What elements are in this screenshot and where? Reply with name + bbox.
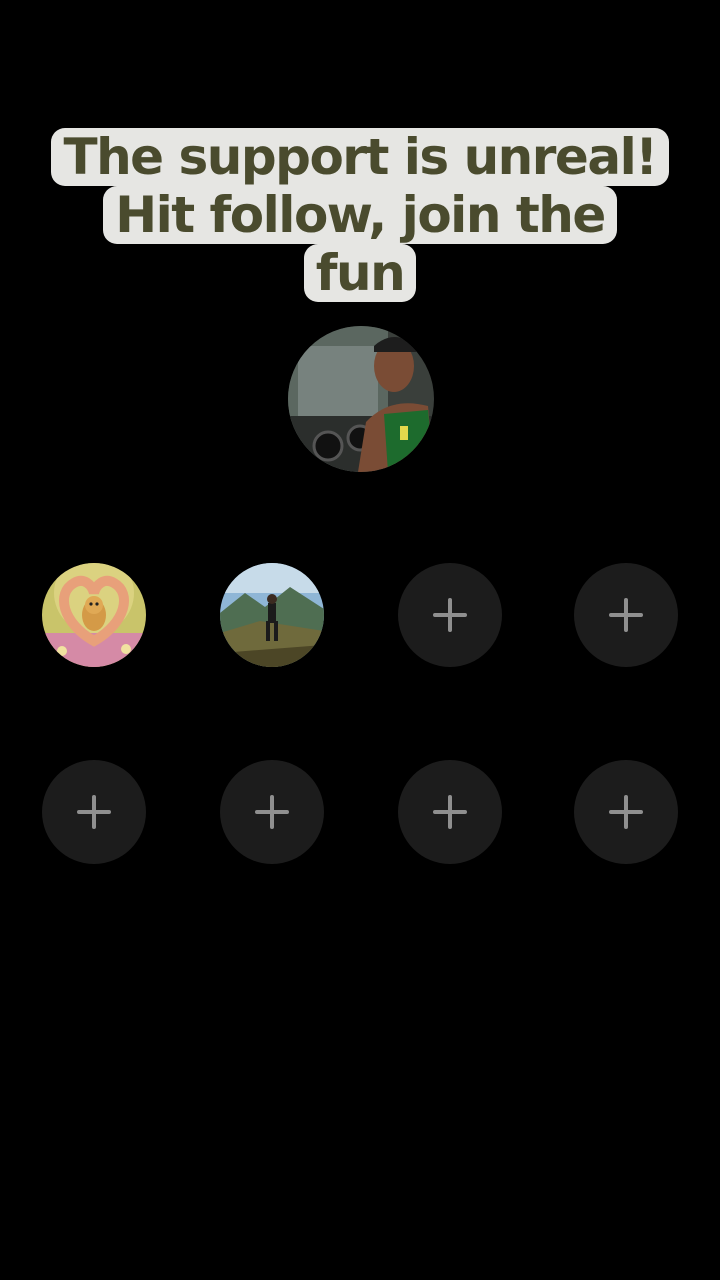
caption-line-3: fun [303, 244, 417, 302]
host-avatar-photo [288, 326, 434, 472]
plus-icon [433, 795, 467, 829]
host-avatar[interactable] [288, 326, 434, 472]
guest-slot-1[interactable] [42, 563, 146, 667]
caption-line-2: Hit follow, join the [103, 186, 617, 244]
guest-slot-2[interactable] [220, 563, 324, 667]
empty-slot-8[interactable] [574, 760, 678, 864]
empty-slot-4[interactable] [574, 563, 678, 667]
plus-icon [433, 598, 467, 632]
caption-line-1: The support is unreal! [51, 128, 669, 186]
live-room-screen: The support is unreal! Hit follow, join … [0, 0, 720, 1280]
mountain-hiker-avatar [220, 563, 324, 667]
caption-bubble: The support is unreal! Hit follow, join … [0, 128, 720, 302]
plus-icon [609, 598, 643, 632]
plus-icon [609, 795, 643, 829]
empty-slot-5[interactable] [42, 760, 146, 864]
empty-slot-3[interactable] [398, 563, 502, 667]
heart-hands-dog-avatar [42, 563, 146, 667]
plus-icon [77, 795, 111, 829]
empty-slot-7[interactable] [398, 760, 502, 864]
plus-icon [255, 795, 289, 829]
empty-slot-6[interactable] [220, 760, 324, 864]
